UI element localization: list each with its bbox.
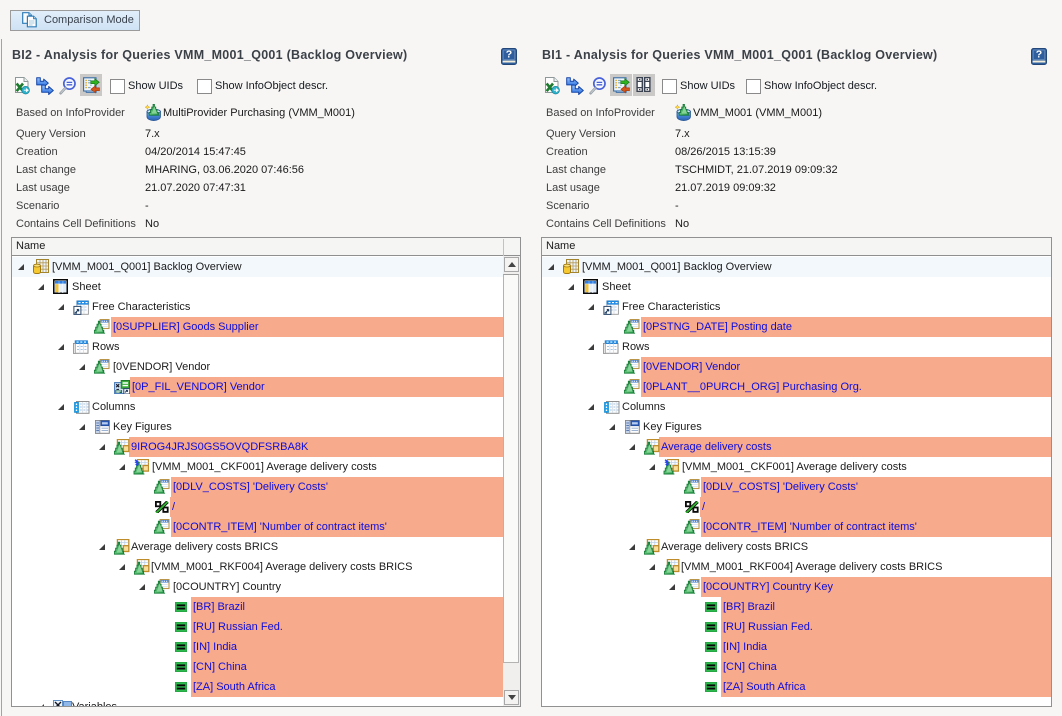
svg-text:?: ? [506, 49, 512, 61]
svg-text:?: ? [1036, 49, 1042, 61]
